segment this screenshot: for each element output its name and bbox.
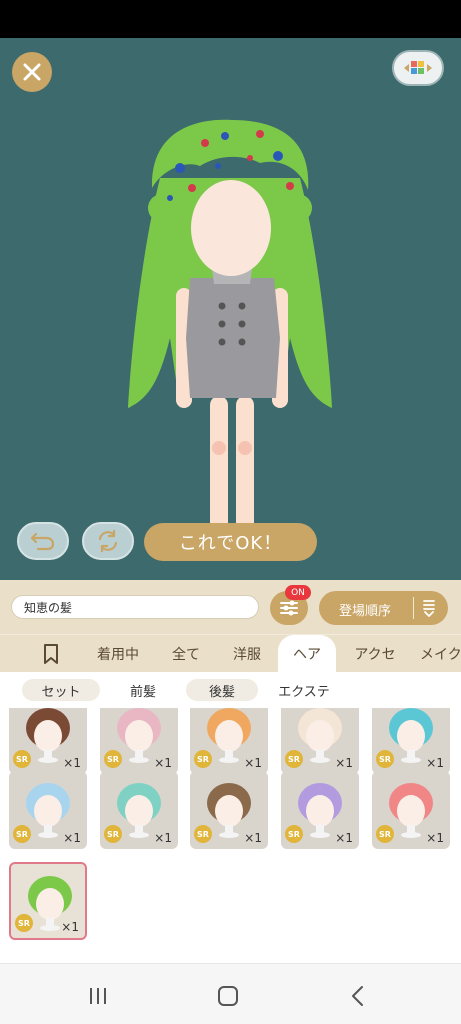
close-button[interactable] [12,52,52,92]
bookmark-icon [44,644,58,664]
filter-sliders-icon [280,600,298,616]
hair-item-card[interactable]: SR ×1 [281,708,359,774]
rarity-badge: SR [13,825,31,843]
rarity-badge: SR [13,750,31,768]
rarity-badge: SR [376,825,394,843]
subtab-set[interactable]: セット [22,679,100,701]
item-name-field[interactable]: 知恵の髪 [11,595,259,619]
item-quantity: ×1 [63,756,81,770]
hair-item-card[interactable]: SR ×1 [9,708,87,774]
tab-clothes[interactable]: 洋服 [224,635,270,673]
rarity-badge: SR [194,750,212,768]
rarity-badge: SR [376,750,394,768]
item-quantity: ×1 [244,831,262,845]
tab-makeup[interactable]: メイク [420,635,461,673]
rarity-badge: SR [104,825,122,843]
tab-wearing[interactable]: 着用中 [88,635,148,673]
hair-item-card[interactable]: SR ×1 [281,771,359,849]
home-button[interactable] [212,980,244,1012]
item-quantity: ×1 [335,756,353,770]
category-tabs: 着用中 全て 洋服 ヘア アクセ メイク [0,634,461,673]
avatar-figure[interactable] [100,78,360,558]
hair-item-card[interactable]: SR ×1 [372,708,450,774]
rarity-badge: SR [285,825,303,843]
hair-item-card[interactable]: SR ×1 [100,771,178,849]
filter-on-badge: ON [285,585,311,600]
hair-item-card[interactable]: SR ×1 [190,771,268,849]
item-quantity: ×1 [335,831,353,845]
back-button[interactable] [342,980,374,1012]
item-quantity: ×1 [154,756,172,770]
sort-order-label: 登場順序 [339,604,392,619]
tab-accessory[interactable]: アクセ [344,635,406,673]
subtab-front-hair[interactable]: 前髪 [112,679,174,701]
hair-item-card[interactable]: SR ×1 [190,708,268,774]
tab-hair[interactable]: ヘア [278,635,336,673]
home-icon [218,986,238,1006]
item-grid: SR ×1 SR ×1 SR ×1 SR ×1 SR ×1 SR ×1 SR ×1 SR ×1 SR ×1 SR ×1… [0,708,461,963]
rotate-button[interactable] [82,522,134,560]
hair-item-card[interactable]: SR ×1 [372,771,450,849]
subtab-extension[interactable]: エクステ [268,679,340,701]
system-nav-bar [0,963,461,1024]
undo-button[interactable] [17,522,69,560]
subtab-back-hair[interactable]: 後髪 [186,679,258,701]
hair-item-card[interactable]: SR ×1 [9,862,87,940]
confirm-ok-button[interactable]: これでOK！ [144,523,317,561]
tab-bookmark[interactable] [30,635,72,673]
back-icon [352,986,363,1006]
item-quantity: ×1 [154,831,172,845]
recents-button[interactable] [82,980,114,1012]
avatar-stage: これでOK！ [0,38,461,580]
recents-icon [90,988,106,1004]
item-toolbar: 知恵の髪 ON 登場順序 [0,580,461,634]
status-bar [0,0,461,38]
sort-order-icon[interactable] [422,598,436,618]
item-quantity: ×1 [244,756,262,770]
sort-order-button[interactable]: 登場順序 [319,591,448,625]
rarity-badge: SR [285,750,303,768]
item-quantity: ×1 [426,756,444,770]
palette-grid-icon [404,61,432,74]
hair-subtabs: セット 前髪 後髪 エクステ [0,672,461,708]
hair-item-card[interactable]: SR ×1 [9,771,87,849]
item-quantity: ×1 [61,920,79,934]
rarity-badge: SR [15,914,33,932]
rotate-icon [98,529,118,553]
hair-item-card[interactable]: SR ×1 [100,708,178,774]
undo-icon [30,532,55,551]
close-icon [23,63,41,81]
rarity-badge: SR [104,750,122,768]
item-quantity: ×1 [426,831,444,845]
item-quantity: ×1 [63,831,81,845]
rarity-badge: SR [194,825,212,843]
tab-all[interactable]: 全て [162,635,210,673]
palette-button[interactable] [392,50,444,86]
sort-divider [413,597,414,619]
